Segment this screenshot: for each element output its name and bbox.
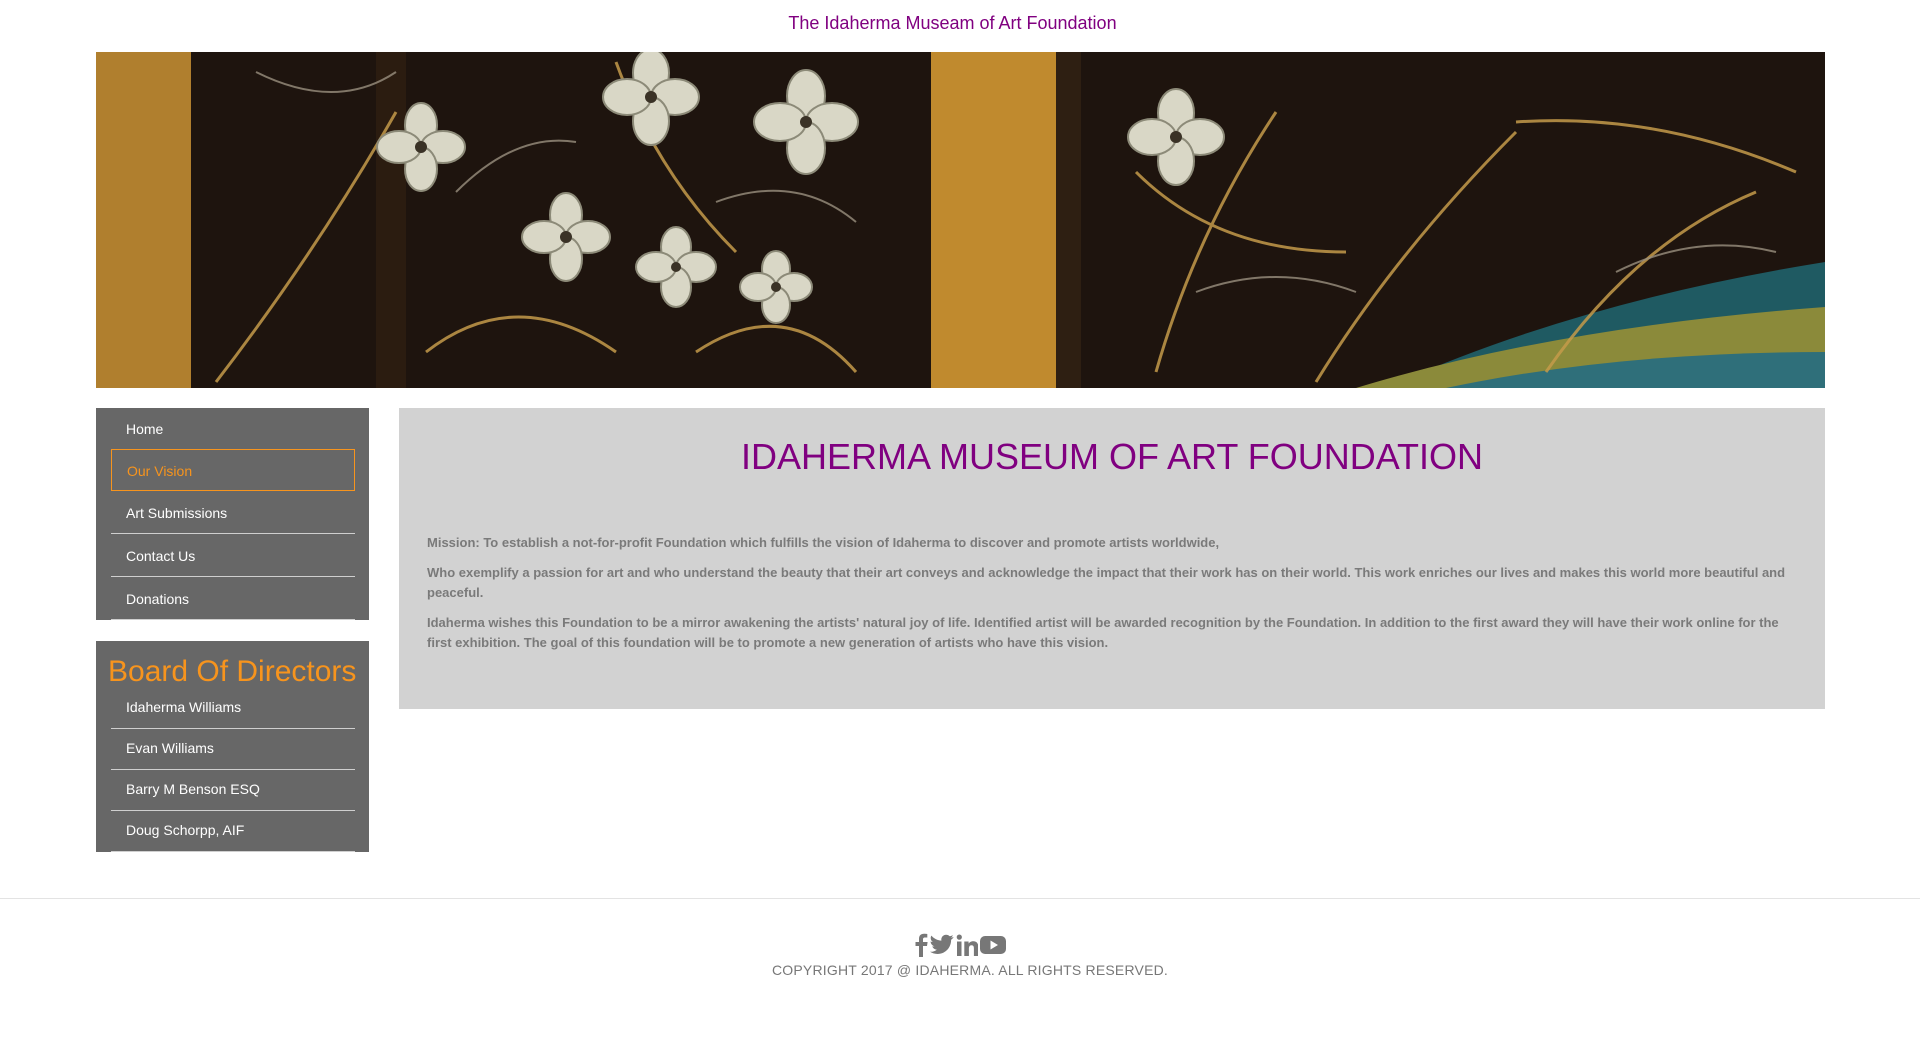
main-nav: Home Our Vision Art Submissions Contact … (96, 408, 369, 620)
footer-divider (0, 898, 1920, 899)
facebook-icon[interactable] (914, 933, 928, 957)
board-of-directors-panel: Board Of Directors Idaherma Williams Eva… (96, 641, 369, 852)
board-member-link[interactable]: Idaherma Williams (111, 688, 355, 729)
nav-item-donations[interactable]: Donations (111, 578, 355, 620)
twitter-icon[interactable] (930, 934, 954, 956)
nav-item-contact-us[interactable]: Contact Us (111, 535, 355, 577)
vision-paragraph: Who exemplify a passion for art and who … (427, 565, 1786, 600)
nav-item-our-vision[interactable]: Our Vision (111, 449, 355, 491)
board-member-link[interactable]: Evan Williams (111, 729, 355, 770)
foundation-paragraph: Idaherma wishes this Foundation to be a … (427, 615, 1779, 650)
page-heading: IDAHERMA MUSEUM OF ART FOUNDATION (740, 436, 1484, 477)
main-content: IDAHERMA MUSEUM OF ART FOUNDATION Missio… (399, 408, 1825, 709)
mission-paragraph: Mission: To establish a not-for-profit F… (427, 535, 1220, 550)
nav-item-art-submissions[interactable]: Art Submissions (111, 492, 355, 534)
site-title-link[interactable]: The Idaherma Museam of Art Foundation (0, 13, 1905, 34)
social-links (0, 933, 1920, 957)
board-member-link[interactable]: Barry M Benson ESQ (111, 770, 355, 811)
youtube-icon[interactable] (980, 935, 1006, 955)
board-member-link[interactable]: Doug Schorpp, AIF (111, 811, 355, 852)
linkedin-icon[interactable] (956, 934, 978, 956)
nav-item-home[interactable]: Home (111, 408, 355, 450)
copyright-text: COPYRIGHT 2017 @ IDAHERMA. ALL RIGHTS RE… (771, 962, 1169, 978)
banner-image (96, 52, 1825, 388)
floral-painting-image (96, 52, 1825, 388)
board-title: Board Of Directors (108, 655, 357, 688)
